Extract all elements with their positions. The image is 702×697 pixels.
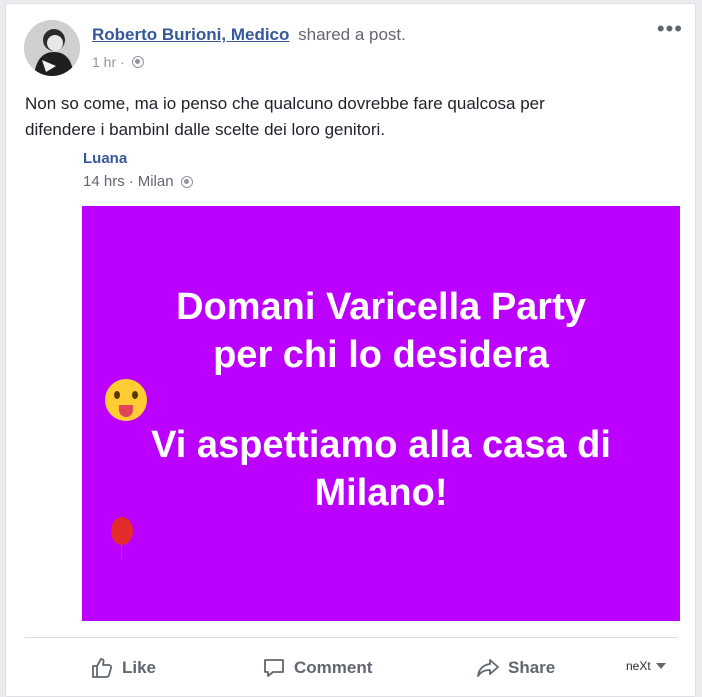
shared-post-time[interactable]: 14 hrs <box>83 173 125 190</box>
comment-label: Comment <box>294 658 373 677</box>
chevron-down-icon <box>655 663 666 669</box>
like-icon <box>92 658 113 678</box>
like-label: Like <box>122 658 157 677</box>
status-message: Domani Varicella Party per chi lo deside… <box>101 283 661 559</box>
like-button[interactable]: Like <box>90 656 156 680</box>
share-button[interactable]: Share <box>476 656 555 680</box>
post-time[interactable]: 1 hr <box>92 54 116 70</box>
author-link[interactable]: Roberto Burioni, Medico <box>92 25 289 44</box>
audience-selector[interactable]: neXt <box>626 659 666 673</box>
post-text-line: difendere i bambinI dalle scelte dei lor… <box>25 120 386 139</box>
avatar[interactable] <box>24 20 80 76</box>
status-line: Domani Varicella Party <box>176 285 586 328</box>
actions-divider <box>25 637 678 638</box>
meta-separator: · <box>120 54 125 70</box>
post-text: Non so come, ma io penso che qualcuno do… <box>25 91 645 143</box>
post-card: Roberto Burioni, Medico shared a post. 1… <box>5 3 696 697</box>
share-icon <box>477 659 499 677</box>
shared-action-text: shared a post. <box>298 25 406 44</box>
status-line: per chi lo desidera <box>101 331 661 421</box>
status-line-text: Milano! <box>314 471 448 514</box>
post-text-line: Non so come, ma io penso che qualcuno do… <box>25 94 545 113</box>
shared-post-meta: 14 hrs · Milan <box>83 173 193 190</box>
globe-icon[interactable] <box>131 56 144 68</box>
status-background-post[interactable]: Domani Varicella Party per chi lo deside… <box>82 206 680 621</box>
globe-icon[interactable] <box>180 175 193 188</box>
tongue-emoji-icon <box>105 378 147 421</box>
more-options-icon[interactable]: ••• <box>657 18 683 40</box>
post-meta: 1 hr · <box>92 54 144 70</box>
comment-icon <box>264 659 284 677</box>
shared-post-location[interactable]: Milan <box>138 173 174 190</box>
status-line: Vi aspettiamo alla casa di <box>151 423 611 466</box>
balloon-emoji-icon <box>111 516 133 559</box>
next-label: neXt <box>626 659 651 673</box>
shared-author-link[interactable]: Luana <box>83 150 127 167</box>
meta-separator: · <box>128 173 134 190</box>
comment-button[interactable]: Comment <box>262 656 372 680</box>
share-label: Share <box>508 658 556 677</box>
post-header: Roberto Burioni, Medico shared a post. <box>92 25 406 45</box>
status-line: Milano! <box>101 469 661 559</box>
status-line-text: per chi lo desidera <box>213 333 549 376</box>
